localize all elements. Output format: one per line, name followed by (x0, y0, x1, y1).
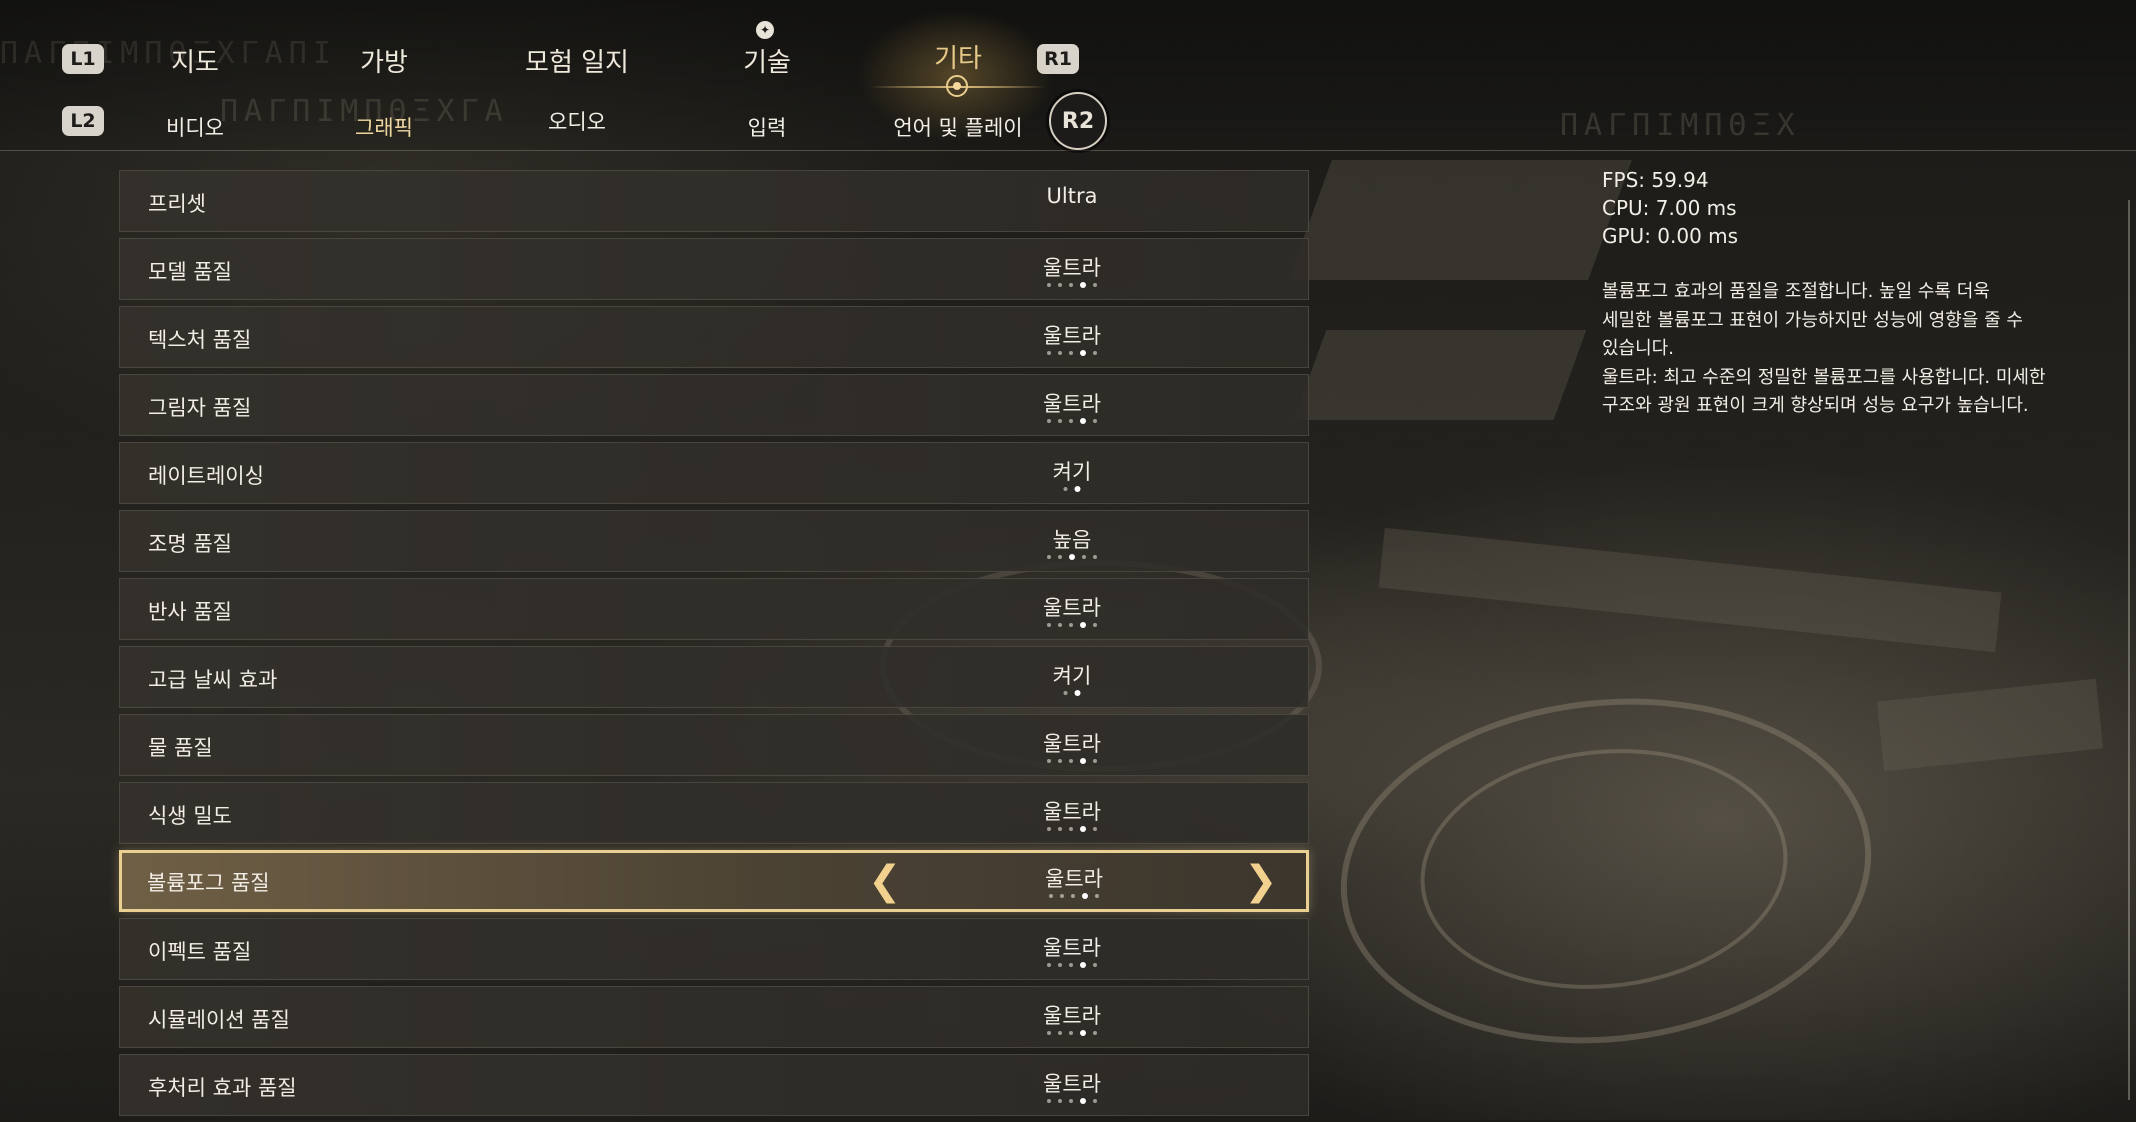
option-dots (1047, 1098, 1097, 1104)
setting-description: 볼륨포그 효과의 품질을 조절합니다. 높일 수록 더욱 세밀한 볼륨포그 표현… (1602, 278, 2122, 421)
tab-map[interactable]: 지도 (171, 42, 219, 79)
setting-label: 식생 밀도 (148, 804, 232, 828)
setting-row-texture-quality[interactable]: 텍스처 품질 울트라 (119, 306, 1309, 368)
setting-row-post-processing-quality[interactable]: 후처리 효과 품질 울트라 (119, 1054, 1309, 1116)
setting-label: 이펙트 품질 (148, 940, 252, 964)
setting-label: 후처리 효과 품질 (148, 1076, 297, 1100)
option-dots (1047, 282, 1097, 288)
setting-label: 텍스처 품질 (148, 328, 252, 352)
description-line: 울트라: 최고 수준의 정밀한 볼륨포그를 사용합니다. 미세한 (1602, 366, 2046, 388)
option-dots (1047, 962, 1097, 968)
setting-label: 모델 품질 (148, 260, 232, 284)
chevron-right-icon[interactable]: ❯ (1244, 861, 1278, 901)
setting-value: 울트라 (1043, 936, 1101, 960)
description-scrollbar[interactable] (2128, 200, 2130, 1100)
setting-value: 높음 (1052, 528, 1092, 552)
setting-row-simulation-quality[interactable]: 시뮬레이션 품질 울트라 (119, 986, 1309, 1048)
setting-row-ray-tracing[interactable]: 레이트레이싱 켜기 (119, 442, 1309, 504)
option-dots (1047, 418, 1097, 424)
option-dots (1047, 1030, 1097, 1036)
description-line: 볼륨포그 효과의 품질을 조절합니다. 높일 수록 더욱 (1602, 281, 1990, 302)
subtab-graphics[interactable]: 그래픽 (355, 112, 413, 142)
option-dots (1063, 690, 1081, 696)
tab-adventure-journal[interactable]: 모험 일지 (525, 42, 629, 79)
setting-row-effect-quality[interactable]: 이펙트 품질 울트라 (119, 918, 1309, 980)
fps-readout: FPS: 59.94 (1602, 168, 1709, 192)
subtab-video[interactable]: 비디오 (166, 112, 224, 142)
setting-label: 프리셋 (148, 192, 206, 216)
setting-value: 울트라 (1043, 256, 1101, 280)
setting-row-vegetation-density[interactable]: 식생 밀도 울트라 (119, 782, 1309, 844)
top-navigation: L1 R1 지도 가방 모험 일지 ✦ 기술 기타 L2 R2 비디오 그래픽 … (0, 0, 2136, 151)
setting-label: 반사 품질 (148, 600, 232, 624)
option-dots (1047, 826, 1097, 832)
setting-value: 켜기 (1052, 664, 1092, 688)
setting-value: 울트라 (1043, 732, 1101, 756)
setting-value: 울트라 (1043, 392, 1101, 416)
setting-row-model-quality[interactable]: 모델 품질 울트라 (119, 238, 1309, 300)
setting-row-preset[interactable]: 프리셋 Ultra (119, 170, 1309, 232)
setting-label: 시뮬레이션 품질 (148, 1008, 290, 1032)
setting-row-shadow-quality[interactable]: 그림자 품질 울트라 (119, 374, 1309, 436)
description-line: 구조와 광원 표현이 크게 향상되며 성능 요구가 높습니다. (1602, 395, 2029, 416)
active-tab-indicator-icon (946, 75, 968, 97)
setting-row-water-quality[interactable]: 물 품질 울트라 (119, 714, 1309, 776)
subtab-input[interactable]: 입력 (748, 112, 787, 142)
tab-other[interactable]: 기타 (934, 38, 982, 75)
tab-skills[interactable]: 기술 (743, 42, 791, 79)
description-line: 있습니다. (1602, 338, 1674, 359)
setting-label: 고급 날씨 효과 (148, 668, 278, 692)
option-dots (1049, 893, 1099, 899)
setting-label: 그림자 품질 (148, 396, 252, 420)
setting-value: 켜기 (1052, 460, 1092, 484)
cpu-readout: CPU: 7.00 ms (1602, 196, 1737, 220)
option-dots (1047, 758, 1097, 764)
option-dots (1047, 554, 1097, 560)
option-dots (1063, 486, 1081, 492)
l2-button[interactable]: L2 (62, 106, 104, 136)
subtab-language-and-play[interactable]: 언어 및 플레이 (893, 112, 1022, 142)
setting-label: 레이트레이싱 (148, 464, 264, 488)
performance-stats: FPS: 59.94 CPU: 7.00 ms GPU: 0.00 ms (1602, 166, 1738, 250)
setting-row-advanced-weather[interactable]: 고급 날씨 효과 켜기 (119, 646, 1309, 708)
setting-value: 울트라 (1043, 800, 1101, 824)
setting-row-reflection-quality[interactable]: 반사 품질 울트라 (119, 578, 1309, 640)
setting-value: Ultra (1046, 184, 1098, 208)
gpu-readout: GPU: 0.00 ms (1602, 224, 1739, 248)
setting-label: 조명 품질 (148, 532, 232, 556)
setting-row-volumetric-fog-quality[interactable]: 볼륨포그 품질 ❮ 울트라 ❯ (119, 850, 1309, 912)
setting-value: 울트라 (1043, 324, 1101, 348)
subtab-audio[interactable]: 오디오 (548, 106, 606, 136)
setting-value: 울트라 (1043, 596, 1101, 620)
setting-row-lighting-quality[interactable]: 조명 품질 높음 (119, 510, 1309, 572)
graphics-settings-list: 프리셋 Ultra 모델 품질 울트라 텍스처 품질 울트라 그림자 품질 울트… (119, 170, 1309, 1122)
setting-value: 울트라 (1045, 867, 1103, 891)
r2-button[interactable]: R2 (1049, 92, 1107, 150)
setting-value: 울트라 (1043, 1072, 1101, 1096)
option-dots (1047, 350, 1097, 356)
option-dots (1047, 622, 1097, 628)
tab-bag[interactable]: 가방 (360, 42, 408, 79)
chevron-left-icon[interactable]: ❮ (868, 861, 902, 901)
setting-value: 울트라 (1043, 1004, 1101, 1028)
description-line: 세밀한 볼륨포그 표현이 가능하지만 성능에 영향을 줄 수 (1602, 309, 2023, 331)
l1-button[interactable]: L1 (62, 44, 104, 74)
notification-badge-icon: ✦ (756, 21, 774, 39)
setting-label: 볼륨포그 품질 (147, 871, 270, 895)
setting-label: 물 품질 (148, 736, 213, 760)
